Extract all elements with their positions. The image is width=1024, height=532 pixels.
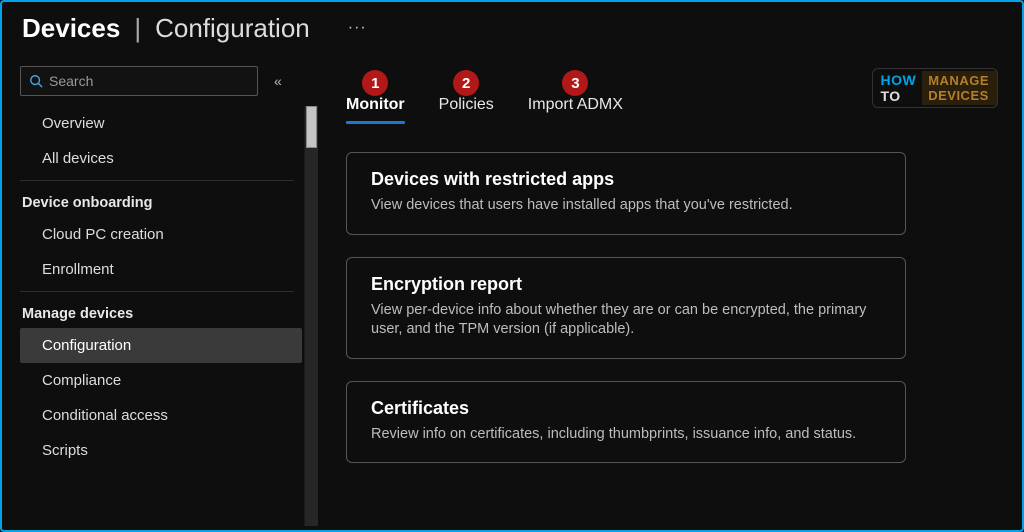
card-devices-restricted-apps[interactable]: Devices with restricted apps View device… [346, 152, 906, 235]
sidebar-item-scripts[interactable]: Scripts [20, 433, 302, 468]
sidebar-group-manage-devices: Manage devices [20, 296, 302, 328]
page-title-light: Configuration [155, 13, 310, 44]
annotation-badge: 1 [362, 70, 388, 96]
card-title: Encryption report [371, 274, 885, 295]
search-row: Search « [20, 66, 318, 96]
card-description: View per-device info about whether they … [371, 301, 885, 340]
sidebar-divider [20, 180, 294, 181]
sidebar-nav: Overview All devices Device onboarding C… [20, 106, 318, 526]
tab-import-admx[interactable]: 3 Import ADMX [528, 96, 623, 124]
tab-monitor[interactable]: 1 Monitor [346, 96, 405, 124]
search-placeholder: Search [49, 73, 93, 89]
sidebar-item-configuration[interactable]: Configuration [20, 328, 302, 363]
watermark-text: MANAGE [928, 74, 989, 87]
card-description: Review info on certificates, including t… [371, 425, 885, 445]
watermark-logo: HOW TO MANAGE DEVICES [872, 68, 999, 108]
page-header: Devices | Configuration ··· [2, 2, 1022, 52]
sidebar-item-all-devices[interactable]: All devices [20, 141, 302, 176]
sidebar-scrollbar-thumb[interactable] [306, 106, 317, 148]
sidebar-item-enrollment[interactable]: Enrollment [20, 252, 302, 287]
sidebar-divider [20, 291, 294, 292]
card-encryption-report[interactable]: Encryption report View per-device info a… [346, 257, 906, 359]
page-body: Search « Overview All devices Device onb… [2, 52, 1022, 530]
card-title: Devices with restricted apps [371, 169, 885, 190]
page-title-separator: | [134, 13, 141, 44]
search-icon [29, 74, 43, 88]
tab-label: Import ADMX [528, 96, 623, 113]
sidebar: Search « Overview All devices Device onb… [2, 52, 318, 530]
search-input[interactable]: Search [20, 66, 258, 96]
watermark-right: MANAGE DEVICES [922, 71, 997, 105]
sidebar-group-device-onboarding: Device onboarding [20, 185, 302, 217]
tab-label: Monitor [346, 96, 405, 113]
watermark-text: DEVICES [928, 89, 989, 102]
sidebar-scrollbar[interactable] [304, 106, 318, 526]
watermark-left: HOW TO [873, 70, 923, 106]
tab-policies[interactable]: 2 Policies [439, 96, 494, 124]
page-title-strong: Devices [22, 13, 120, 44]
tab-label: Policies [439, 96, 494, 113]
card-title: Certificates [371, 398, 885, 419]
sidebar-item-cloud-pc-creation[interactable]: Cloud PC creation [20, 217, 302, 252]
annotation-badge: 2 [453, 70, 479, 96]
main-content: HOW TO MANAGE DEVICES 1 Monitor 2 Poli [318, 52, 1022, 530]
app-frame: Devices | Configuration ··· Search « [0, 0, 1024, 532]
card-description: View devices that users have installed a… [371, 196, 885, 216]
more-actions-button[interactable]: ··· [348, 19, 367, 37]
watermark-text: HOW [881, 73, 917, 87]
collapse-sidebar-button[interactable]: « [268, 69, 288, 93]
sidebar-item-compliance[interactable]: Compliance [20, 363, 302, 398]
sidebar-item-overview[interactable]: Overview [20, 106, 302, 141]
watermark-text: TO [881, 89, 917, 103]
card-certificates[interactable]: Certificates Review info on certificates… [346, 381, 906, 464]
sidebar-item-conditional-access[interactable]: Conditional access [20, 398, 302, 433]
annotation-badge: 3 [562, 70, 588, 96]
